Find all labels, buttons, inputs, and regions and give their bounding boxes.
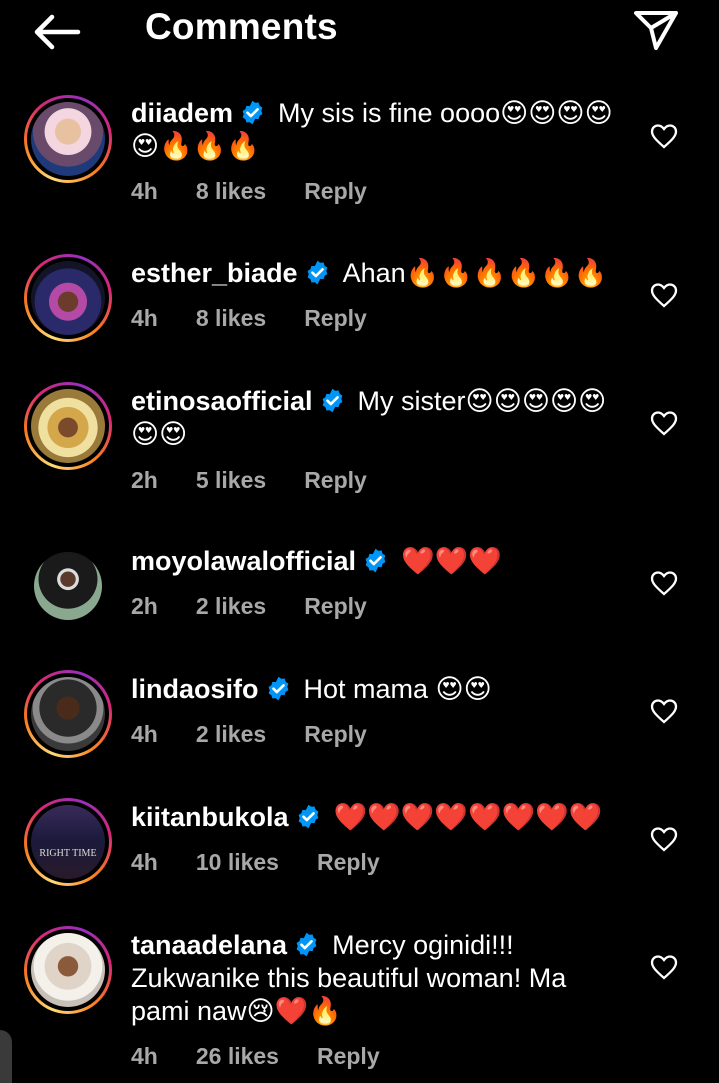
avatar[interactable] [24, 254, 112, 342]
verified-badge-icon [296, 932, 317, 957]
edge-handle [0, 1030, 12, 1083]
comment-body: moyolawalofficial ❤️❤️❤️ [131, 545, 631, 578]
avatar[interactable] [24, 542, 112, 630]
verified-badge-icon [322, 388, 342, 413]
reply-button[interactable]: Reply [317, 849, 380, 876]
page-title: Comments [145, 6, 338, 47]
avatar[interactable]: RIGHT TIME [24, 798, 112, 886]
comment-username[interactable]: kiitanbukola [131, 802, 289, 832]
comment-body: diiadem My sis is fine oooo😍😍😍😍😍🔥🔥🔥 [131, 97, 631, 163]
like-heart-icon[interactable] [650, 570, 678, 596]
comment-username[interactable]: diiadem [131, 98, 233, 128]
comment-time: 4h [131, 1043, 158, 1069]
like-heart-icon[interactable] [650, 954, 678, 980]
comment-body: lindaosifo Hot mama 😍😍 [131, 673, 631, 706]
avatar[interactable] [24, 670, 112, 758]
comment-text: Hot mama 😍😍 [303, 674, 492, 704]
like-heart-icon[interactable] [650, 282, 678, 308]
comment-likes[interactable]: 8 likes [196, 305, 266, 332]
comment-time: 4h [131, 305, 158, 331]
comment-meta: 4h 10 likes Reply [131, 849, 418, 876]
reply-button[interactable]: Reply [317, 1043, 380, 1070]
comment-text: ❤️❤️❤️❤️❤️❤️❤️❤️ [333, 802, 603, 832]
like-heart-icon[interactable] [650, 698, 678, 724]
comment-body: tanaadelana Mercy oginidi!!! Zukwanike th… [131, 929, 631, 1028]
like-heart-icon[interactable] [650, 410, 678, 436]
comment-meta: 4h 8 likes Reply [131, 305, 405, 332]
reply-button[interactable]: Reply [304, 721, 367, 748]
comment-username[interactable]: esther_biade [131, 258, 298, 288]
comment-likes[interactable]: 26 likes [196, 1043, 279, 1070]
comment-text: Ahan🔥🔥🔥🔥🔥🔥 [342, 258, 608, 288]
comment-time: 2h [131, 467, 158, 493]
reply-button[interactable]: Reply [304, 305, 367, 332]
comment-likes[interactable]: 2 likes [196, 721, 266, 748]
comment-meta: 4h 2 likes Reply [131, 721, 405, 748]
comment-likes[interactable]: 8 likes [196, 178, 266, 205]
comment-username[interactable]: tanaadelana [131, 930, 287, 960]
comment-username[interactable]: moyolawalofficial [131, 546, 356, 576]
comment-body: kiitanbukola ❤️❤️❤️❤️❤️❤️❤️❤️ [131, 801, 631, 834]
comment-meta: 4h 8 likes Reply [131, 178, 405, 205]
like-heart-icon[interactable] [650, 826, 678, 852]
comment-likes[interactable]: 5 likes [196, 467, 266, 494]
verified-badge-icon [268, 676, 288, 701]
reply-button[interactable]: Reply [304, 467, 367, 494]
comment-username[interactable]: lindaosifo [131, 674, 259, 704]
comment-time: 4h [131, 849, 158, 875]
comment-meta: 2h 5 likes Reply [131, 467, 405, 494]
comment-time: 4h [131, 178, 158, 204]
verified-badge-icon [307, 260, 327, 285]
share-paper-plane-icon[interactable] [628, 4, 684, 54]
verified-badge-icon [242, 100, 263, 125]
back-arrow-icon[interactable] [28, 10, 84, 54]
comment-username[interactable]: etinosaofficial [131, 386, 313, 416]
avatar[interactable] [24, 95, 112, 183]
avatar-caption: RIGHT TIME [39, 848, 97, 859]
comment-time: 2h [131, 593, 158, 619]
comment-likes[interactable]: 2 likes [196, 593, 266, 620]
verified-badge-icon [365, 548, 386, 573]
avatar[interactable] [24, 926, 112, 1014]
comment-meta: 4h 26 likes Reply [131, 1043, 418, 1070]
verified-badge-icon [298, 804, 318, 829]
like-heart-icon[interactable] [650, 123, 678, 149]
reply-button[interactable]: Reply [304, 593, 367, 620]
avatar[interactable] [24, 382, 112, 470]
comment-text: ❤️❤️❤️ [401, 546, 502, 576]
comment-time: 4h [131, 721, 158, 747]
comment-meta: 2h 2 likes Reply [131, 593, 405, 620]
reply-button[interactable]: Reply [304, 178, 367, 205]
comment-body: esther_biade Ahan🔥🔥🔥🔥🔥🔥 [131, 257, 631, 290]
comment-likes[interactable]: 10 likes [196, 849, 279, 876]
top-bar: Comments [0, 0, 719, 60]
comment-body: etinosaofficial My sister😍😍😍😍😍😍😍 [131, 385, 631, 451]
